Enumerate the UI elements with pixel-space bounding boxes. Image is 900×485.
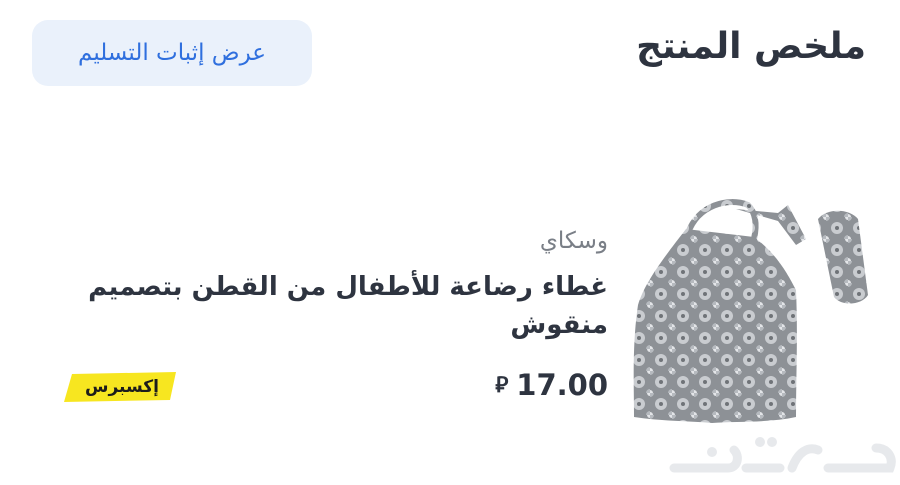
haraj-watermark-icon xyxy=(669,437,896,473)
seller-name[interactable]: وسكاي xyxy=(540,228,608,254)
product-price: 17.00 xyxy=(516,368,608,402)
express-badge: إكسبرس xyxy=(64,372,180,402)
page-title: ملخص المنتج xyxy=(636,26,866,67)
haraj-logo xyxy=(668,428,898,480)
riyal-icon: ⃁ xyxy=(495,373,509,398)
product-image[interactable] xyxy=(628,195,873,435)
product-name[interactable]: غطاء رضاعة للأطفال من القطن بتصميم منقوش xyxy=(68,268,608,344)
price-row: ⃁ 17.00 xyxy=(495,368,608,402)
nursing-cover-image xyxy=(633,199,868,423)
view-delivery-proof-button[interactable]: عرض إثبات التسليم xyxy=(32,20,312,86)
express-badge-label: إكسبرس xyxy=(85,377,159,397)
